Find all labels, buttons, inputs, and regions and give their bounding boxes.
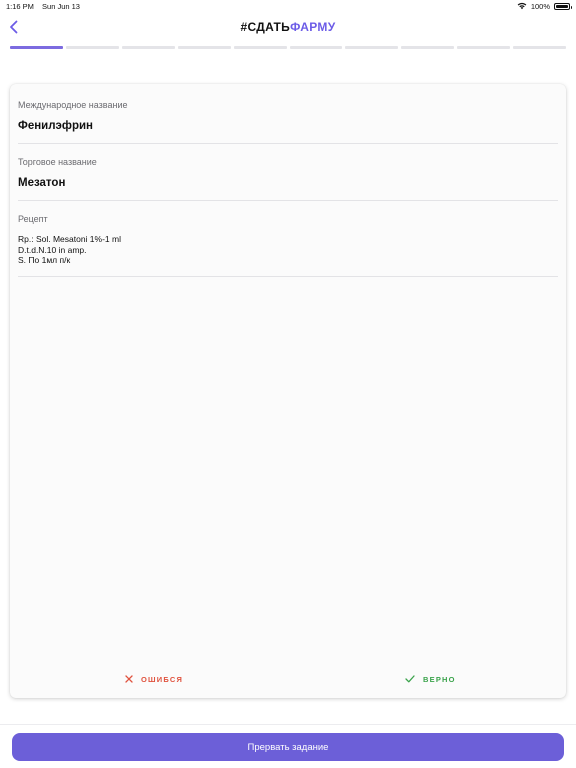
- app-title: #СДАТЬФАРМУ: [241, 20, 336, 34]
- field-international-name: Международное название Фенилэфрин: [18, 100, 558, 144]
- progress-segment: [345, 46, 399, 49]
- wifi-icon: [517, 2, 527, 10]
- status-date: Sun Jun 13: [42, 1, 80, 11]
- status-right: 100%: [517, 1, 572, 11]
- status-time: 1:16 PM: [6, 1, 34, 11]
- header: #СДАТЬФАРМУ: [0, 14, 576, 40]
- checkmark-icon: [405, 675, 415, 683]
- chevron-left-icon: [9, 20, 17, 34]
- battery-fill: [556, 4, 568, 8]
- correct-button[interactable]: ВЕРНО: [405, 672, 456, 686]
- progress-segment: [401, 46, 455, 49]
- progress-segment: [233, 46, 287, 49]
- field-label: Рецепт: [18, 214, 48, 224]
- battery-icon: [554, 2, 572, 10]
- progress-segment: [177, 46, 231, 49]
- status-left: 1:16 PM Sun Jun 13: [6, 2, 86, 11]
- status-bar: 1:16 PM Sun Jun 13 100%: [0, 0, 576, 12]
- footer-divider: [0, 724, 576, 725]
- recipe-line: Rp.: Sol. Mesatoni 1%-1 ml: [18, 234, 121, 244]
- correct-button-label: ВЕРНО: [423, 674, 456, 684]
- field-recipe: Рецепт Rp.: Sol. Mesatoni 1%-1 ml D.t.d.…: [18, 214, 558, 277]
- wrong-button-label: ОШИБСЯ: [141, 674, 184, 684]
- field-value: Фенилэфрин: [18, 120, 93, 132]
- progress-bar: [10, 46, 567, 49]
- field-label: Торговое название: [18, 157, 97, 167]
- question-card: Международное название Фенилэфрин Торгов…: [10, 84, 566, 698]
- app-title-part-1: #СДАТЬ: [240, 20, 291, 34]
- progress-segment: [10, 46, 63, 49]
- app-title-part-2: ФАРМУ: [290, 20, 336, 34]
- back-button[interactable]: [4, 16, 22, 38]
- progress-segment: [65, 46, 119, 49]
- progress-segment: [457, 46, 511, 49]
- progress-segment: [289, 46, 343, 49]
- battery-percent: 100%: [530, 1, 550, 11]
- recipe-text: Rp.: Sol. Mesatoni 1%-1 ml D.t.d.N.10 in…: [18, 234, 121, 266]
- abort-task-button[interactable]: Прервать задание: [12, 733, 564, 761]
- field-label: Международное название: [18, 100, 128, 110]
- field-trade-name: Торговое название Мезатон: [18, 157, 558, 201]
- wrong-button[interactable]: ОШИБСЯ: [125, 672, 183, 686]
- close-icon: [125, 675, 133, 683]
- progress-segment: [121, 46, 175, 49]
- recipe-line: D.t.d.N.10 in amp.: [18, 244, 87, 255]
- field-value: Мезатон: [18, 177, 66, 189]
- recipe-line: S. По 1мл п/к: [18, 255, 71, 265]
- progress-segment: [513, 46, 567, 49]
